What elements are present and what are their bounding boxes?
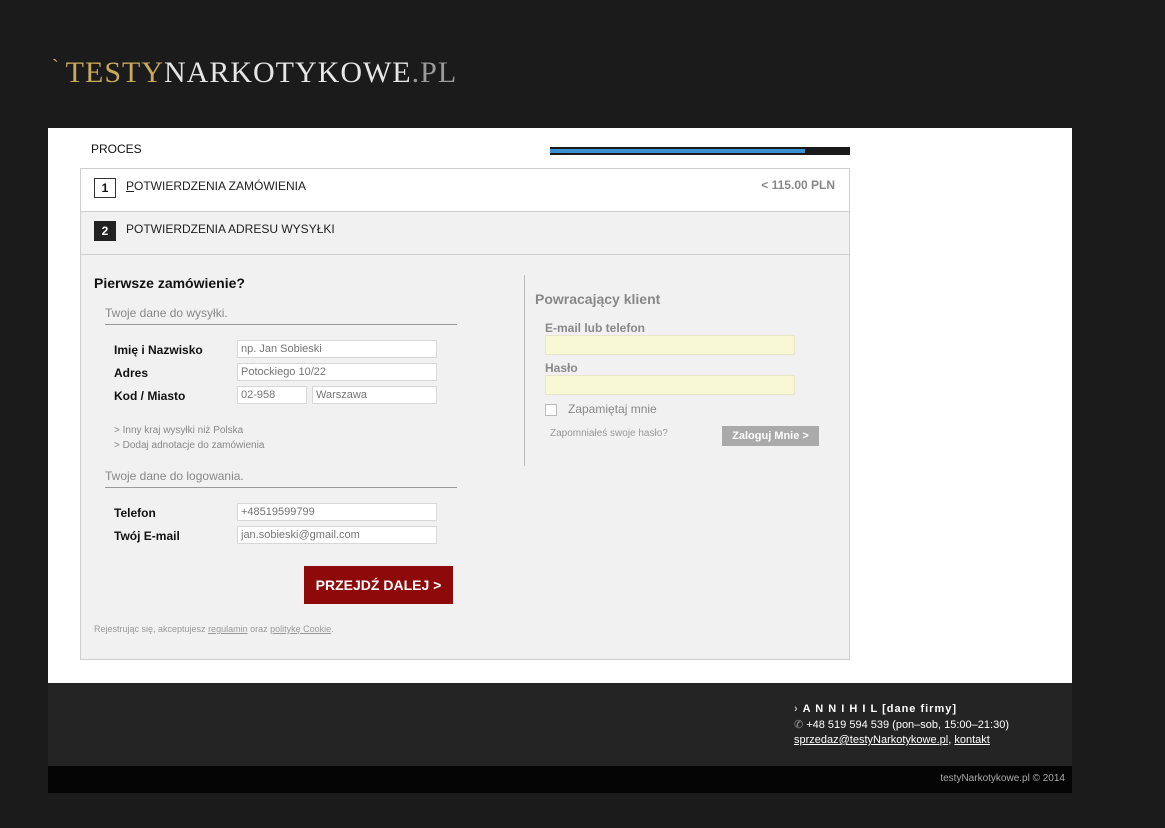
logo-part-testy: TESTY (65, 56, 164, 89)
address-label: Adres (114, 366, 149, 380)
site-logo[interactable]: ` TESTYNARKOTYKOWE.PL (52, 56, 457, 90)
arrow-icon: › (794, 703, 799, 715)
progress-fill (550, 149, 805, 153)
postal-city-label: Kod / Miasto (114, 389, 186, 403)
company-text: A N N I H I L [dane firmy] (802, 703, 958, 715)
login-email-input[interactable] (545, 335, 795, 355)
copyright-bar: testyNarkotykowe.pl © 2014 (48, 766, 1072, 793)
email-label: Twój E-mail (114, 529, 180, 543)
step-shipping-address: 2 POTWIERDZENIA ADRESU WYSYŁKI (81, 212, 849, 255)
shipping-section-title: Twoje dane do wysyłki. (105, 306, 457, 325)
login-email-label: E-mail lub telefon (545, 321, 646, 335)
logo-part-narkotykowe: NARKOTYKOWE (164, 56, 412, 89)
forgot-password-link[interactable]: Zapomniałeś swoje hasło? (550, 428, 668, 439)
step-label: POTWIERDZENIA ADRESU WYSYŁKI (126, 222, 335, 236)
city-input[interactable] (312, 386, 437, 404)
column-divider (524, 275, 525, 466)
terms-notice: Rejestrując się, akceptujesz regulamin o… (94, 624, 334, 634)
name-input[interactable] (237, 340, 437, 358)
contact-line: sprzedaz@testyNarkotykowe.pl, kontakt (794, 734, 990, 746)
name-label: Imię i Nazwisko (114, 343, 203, 357)
checkout-panel: PROCES 1 POTWIERDZENIA ZAMÓWIENIA < 115.… (48, 128, 1072, 683)
login-button[interactable]: Zaloguj Mnie > (722, 426, 819, 446)
company-name: › A N N I H I L [dane firmy] (794, 703, 957, 715)
progress-label: PROCES (91, 142, 142, 156)
step-label-rest: OTWIERDZENIA ZAMÓWIENIA (134, 179, 307, 193)
login-section-title: Twoje dane do logowania. (105, 469, 457, 488)
add-note-link[interactable]: > Dodaj adnotacje do zamówienia (114, 440, 264, 451)
checkout-box: 1 POTWIERDZENIA ZAMÓWIENIA < 115.00 PLN … (80, 168, 850, 660)
address-input[interactable] (237, 363, 437, 381)
progress-bar (550, 147, 850, 155)
terms-prefix: Rejestrując się, akceptujesz (94, 624, 209, 634)
phone-icon: ✆ (794, 719, 804, 731)
logo-part-pl: .PL (411, 56, 458, 89)
footer: › A N N I H I L [dane firmy] ✆ +48 519 594… (48, 683, 1072, 766)
copyright: testyNarkotykowe.pl © 2014 (940, 773, 1065, 784)
order-total: < 115.00 PLN (761, 178, 835, 192)
terms-suffix: . (331, 624, 334, 634)
logo-tick: ` (52, 56, 60, 78)
remember-me-label: Zapamiętaj mnie (568, 402, 657, 416)
password-label: Hasło (545, 361, 578, 375)
cookie-policy-link[interactable]: politykę Cookie (270, 624, 331, 634)
step-number: 1 (94, 178, 116, 198)
step-number: 2 (94, 221, 116, 241)
password-input[interactable] (545, 375, 795, 395)
step-label: POTWIERDZENIA ZAMÓWIENIA (126, 179, 306, 193)
phone-number: +48 519 594 539 (pon–sob, 15:00–21:30) (806, 719, 1009, 731)
phone-input[interactable] (237, 503, 437, 521)
email-input[interactable] (237, 526, 437, 544)
email-link[interactable]: sprzedaz@testyNarkotykowe.pl (794, 734, 948, 746)
contact-link[interactable]: kontakt (954, 734, 989, 746)
other-country-link[interactable]: > Inny kraj wysyłki niż Polska (114, 425, 243, 436)
continue-button[interactable]: PRZEJDŹ DALEJ > (304, 566, 453, 604)
step-label-first-letter: P (126, 179, 135, 193)
remember-me-checkbox[interactable] (545, 404, 557, 416)
returning-customer-heading: Powracający klient (535, 291, 661, 307)
terms-middle: oraz (247, 624, 271, 634)
zip-input[interactable] (237, 386, 307, 404)
phone-label: Telefon (114, 506, 156, 520)
new-customer-heading: Pierwsze zamówienie? (94, 275, 245, 291)
regulamin-link[interactable]: regulamin (208, 624, 248, 634)
phone-line: ✆ +48 519 594 539 (pon–sob, 15:00–21:30) (794, 718, 1009, 731)
step-order-confirmation[interactable]: 1 POTWIERDZENIA ZAMÓWIENIA < 115.00 PLN (81, 169, 849, 212)
